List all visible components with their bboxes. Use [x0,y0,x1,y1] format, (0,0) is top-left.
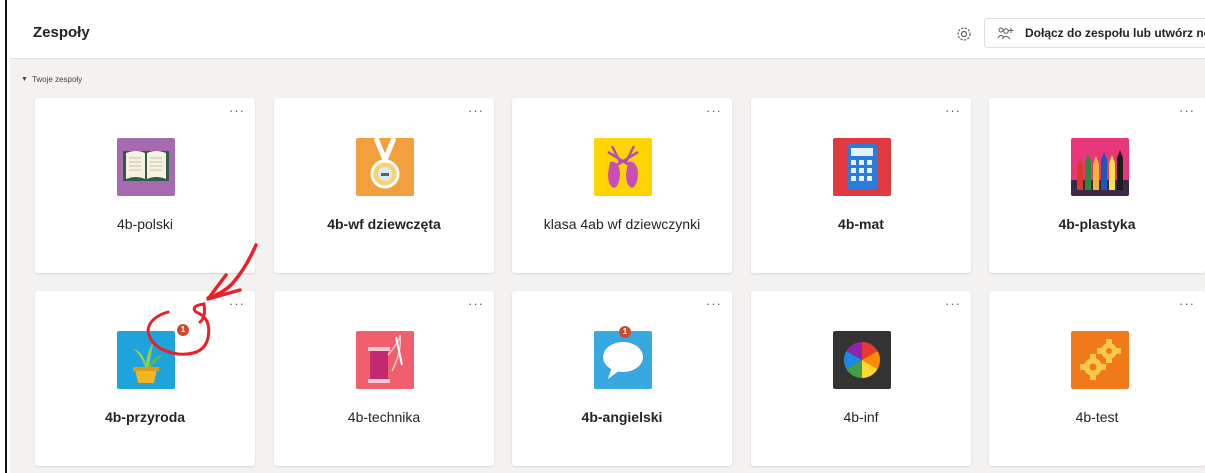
team-card[interactable]: ··· 4b-angielski [512,291,732,466]
team-name: 4b-wf dziewczęta [327,216,441,232]
page-title: Zespoły [33,24,90,41]
plant-pot-icon [117,331,175,389]
ballet-shoes-icon [594,138,652,196]
teams-area: ▼ Twoje zespoły ··· 4b-polski ··· 4b-wf … [10,59,1205,473]
more-options-button[interactable]: ··· [945,104,961,117]
gear-icon [957,27,971,41]
more-options-button[interactable]: ··· [1179,104,1195,117]
more-options-button[interactable]: ··· [1179,297,1195,310]
join-button-label: Dołącz do zespołu lub utwórz nowy [1025,26,1205,40]
more-options-button[interactable]: ··· [468,104,484,117]
gears-icon [1071,331,1129,389]
team-name: 4b-mat [838,216,884,232]
more-options-button[interactable]: ··· [706,104,722,117]
more-options-button[interactable]: ··· [229,104,245,117]
add-team-icon [997,27,1014,40]
thread-needle-icon [356,331,414,389]
calculator-icon [833,138,891,196]
notification-badge: 1 [619,326,631,338]
team-card[interactable]: ··· 4b-wf dziewczęta [274,98,494,273]
section-your-teams[interactable]: ▼ Twoje zespoły [21,75,82,84]
team-name: 4b-plastyka [1058,216,1136,232]
more-options-button[interactable]: ··· [468,297,484,310]
team-card[interactable]: ··· 4b-inf [751,291,971,466]
more-options-button[interactable]: ··· [945,297,961,310]
team-card[interactable]: ··· klasa 4ab wf dziewczynki [512,98,732,273]
open-book-icon [117,138,175,196]
header: Zespoły Dołącz do zespołu lub utwórz now… [10,10,1205,59]
team-card[interactable]: ··· 4b-mat [751,98,971,273]
more-options-button[interactable]: ··· [706,297,722,310]
color-wheel-icon [833,331,891,389]
section-label: Twoje zespoły [31,75,83,84]
join-or-create-team-button[interactable]: Dołącz do zespołu lub utwórz nowy [984,18,1205,48]
window-edge [5,0,7,473]
team-card[interactable]: ··· 4b-test [989,291,1205,466]
settings-button[interactable] [954,24,974,44]
colored-pencils-icon [1071,138,1129,196]
speech-bubble-icon [594,331,652,389]
medal-icon [356,138,414,196]
team-name: 4b-technika [347,409,421,425]
team-card[interactable]: ··· 4b-plastyka [989,98,1205,273]
team-card[interactable]: ··· 4b-polski [35,98,255,273]
team-name: 4b-test [1075,409,1119,425]
team-card[interactable]: ··· 4b-technika [274,291,494,466]
team-name: 4b-inf [843,409,879,425]
team-card[interactable]: ··· 4b-przyroda [35,291,255,466]
caret-down-icon: ▼ [21,76,28,83]
more-options-button[interactable]: ··· [229,297,245,310]
team-name: 4b-angielski [581,409,663,425]
team-name: klasa 4ab wf dziewczynki [543,216,701,232]
notification-badge: 1 [177,324,189,336]
team-name: 4b-polski [116,216,174,232]
team-name: 4b-przyroda [104,409,186,425]
